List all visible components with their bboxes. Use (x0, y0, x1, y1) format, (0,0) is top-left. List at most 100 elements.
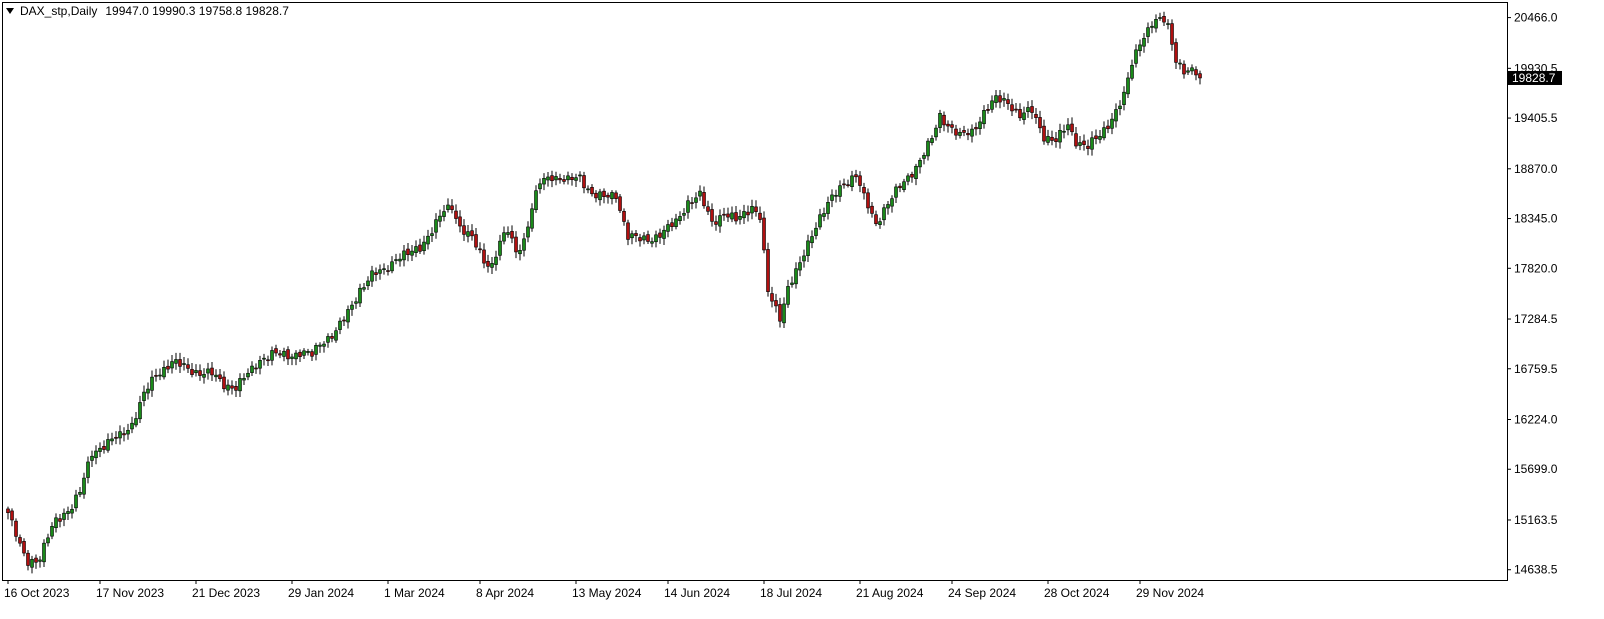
candle-body (678, 216, 682, 222)
current-price-tag: 19828.7 (1508, 70, 1562, 85)
candle-body (290, 356, 294, 359)
x-tick-label: 29 Nov 2024 (1136, 586, 1204, 600)
candle-body (846, 184, 850, 187)
candle-body (882, 207, 886, 221)
candle-body (246, 372, 250, 378)
candle-body (1090, 137, 1094, 150)
candle-body (646, 234, 650, 242)
candle-body (398, 258, 402, 262)
candle-body (994, 95, 998, 103)
candle-body (434, 219, 438, 233)
candle-body (834, 194, 838, 197)
candle-body (886, 204, 890, 209)
y-tick-label: 16759.5 (1514, 362, 1558, 376)
candle-body (550, 175, 554, 182)
candle-body (694, 197, 698, 203)
candle-body (774, 300, 778, 307)
candle-body (838, 185, 842, 197)
candle-body (494, 256, 498, 265)
candle-body (718, 215, 722, 227)
candle-body (918, 160, 922, 168)
candle-body (474, 234, 478, 248)
candle-body (210, 367, 214, 376)
candle-body (502, 232, 506, 242)
candle-body (266, 359, 270, 362)
candle-body (1022, 112, 1026, 120)
candle-body (1190, 67, 1194, 72)
candle-body (186, 364, 190, 369)
candle-body (346, 309, 350, 323)
candle-body (238, 378, 242, 392)
candle-body (466, 231, 470, 237)
candle-body (750, 206, 754, 214)
candle-body (230, 385, 234, 389)
x-tick-label: 14 Jun 2024 (664, 586, 730, 600)
candle-body (46, 537, 50, 544)
candle-body (806, 240, 810, 256)
candle-body (810, 236, 814, 244)
candle-body (1150, 25, 1154, 28)
candle-body (934, 127, 938, 138)
candle-body (794, 268, 798, 285)
candle-body (10, 510, 14, 521)
candle-body (914, 165, 918, 179)
candle-body (222, 376, 226, 390)
candle-body (58, 518, 62, 522)
candle-body (86, 461, 90, 478)
candle-body (146, 388, 150, 394)
candle-body (462, 225, 466, 235)
candle-body (1078, 142, 1082, 146)
candle-body (1134, 49, 1138, 64)
y-tick-label: 14638.5 (1514, 563, 1558, 577)
candle-body (374, 272, 378, 275)
candle-body (34, 557, 38, 563)
candle-body (194, 370, 198, 374)
plot-frame (2, 2, 1508, 581)
candlestick-chart: 20466.019930.519405.518870.018345.017820… (2, 2, 1562, 600)
candle-body (530, 208, 534, 229)
candle-body (662, 229, 666, 239)
candle-body (1118, 105, 1122, 110)
candle-body (486, 260, 490, 267)
candle-body (446, 204, 450, 210)
candle-body (298, 351, 302, 357)
candle-body (310, 351, 314, 357)
candle-body (990, 100, 994, 110)
candle-body (858, 175, 862, 186)
candle-body (42, 542, 46, 563)
x-tick-label: 21 Dec 2023 (192, 586, 260, 600)
x-tick-label: 28 Oct 2024 (1044, 586, 1110, 600)
candle-body (414, 246, 418, 253)
candle-body (534, 190, 538, 211)
candle-body (562, 179, 566, 182)
candle-body (610, 192, 614, 200)
candle-body (66, 511, 70, 514)
candle-body (326, 336, 330, 343)
candle-body (1070, 123, 1074, 133)
candle-body (282, 350, 286, 357)
candle-body (558, 178, 562, 181)
candle-body (538, 183, 542, 190)
candle-body (850, 175, 854, 188)
candle-body (18, 537, 22, 544)
candle-body (14, 520, 18, 537)
candle-body (274, 348, 278, 354)
candle-body (658, 232, 662, 238)
x-tick-label: 8 Apr 2024 (476, 586, 534, 600)
candle-body (606, 194, 610, 198)
candle-body (1130, 64, 1134, 79)
candle-body (998, 95, 1002, 103)
candle-body (1026, 107, 1030, 113)
candle-body (1154, 19, 1158, 29)
candle-body (554, 176, 558, 181)
candle-body (526, 226, 530, 238)
candle-body (170, 361, 174, 369)
candle-body (362, 287, 366, 290)
candle-body (438, 215, 442, 222)
candle-body (278, 353, 282, 356)
candle-body (106, 439, 110, 451)
candle-body (618, 196, 622, 211)
candle-body (930, 138, 934, 143)
y-tick-label: 16224.0 (1514, 413, 1558, 427)
candle-body (710, 209, 714, 222)
